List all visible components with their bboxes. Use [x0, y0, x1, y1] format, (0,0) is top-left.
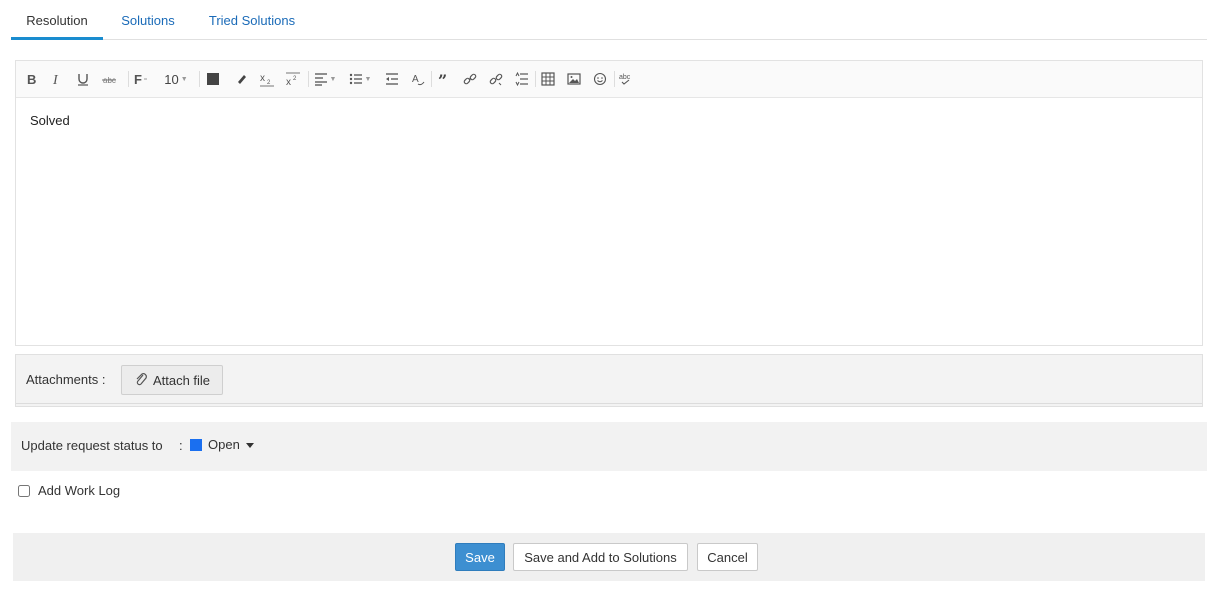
work-log-checkbox[interactable]	[18, 484, 30, 497]
tab-solutions[interactable]: Solutions	[117, 13, 179, 40]
tab-tried-solutions[interactable]: Tried Solutions	[204, 13, 300, 40]
svg-text:B: B	[27, 72, 36, 86]
spellcheck-icon[interactable]: abc	[617, 69, 635, 89]
svg-text:A: A	[412, 74, 419, 85]
text-color-icon[interactable]	[204, 69, 222, 89]
action-footer: Save Save and Add to Solutions Cancel	[13, 533, 1205, 581]
status-colon: :	[179, 438, 183, 453]
svg-text:I: I	[52, 73, 59, 86]
add-work-log[interactable]: Add Work Log	[18, 483, 120, 498]
svg-text:F: F	[134, 72, 142, 86]
svg-text:x: x	[286, 77, 291, 87]
quote-icon[interactable]: ”	[435, 69, 453, 89]
save-add-to-solutions-button[interactable]: Save and Add to Solutions	[513, 543, 688, 571]
bold-icon[interactable]: B	[22, 69, 40, 89]
svg-text:”: ”	[438, 72, 447, 86]
tab-bar: Resolution Solutions Tried Solutions	[11, 0, 1207, 40]
line-spacing-icon[interactable]	[513, 69, 531, 89]
attach-file-label: Attach file	[152, 372, 211, 388]
highlight-icon[interactable]	[232, 69, 250, 89]
bullet-list-icon[interactable]: ▼	[347, 69, 373, 89]
attach-file-button[interactable]: Attach file	[121, 365, 223, 395]
unlink-icon[interactable]	[487, 69, 505, 89]
save-button[interactable]: Save	[455, 543, 505, 571]
chevron-down-icon: ▼	[329, 75, 337, 83]
caret-down-icon	[245, 443, 254, 448]
paperclip-icon	[134, 372, 148, 389]
chevron-down-icon: ▼	[364, 75, 372, 83]
link-icon[interactable]	[461, 69, 479, 89]
toolbar-separator	[535, 71, 536, 87]
status-color-swatch	[190, 438, 202, 451]
table-icon[interactable]	[539, 69, 557, 89]
italic-icon[interactable]: I	[48, 69, 66, 89]
toolbar-separator	[128, 71, 129, 87]
toolbar-separator	[614, 71, 615, 87]
toolbar-separator	[431, 71, 432, 87]
attachments-label: Attachments :	[26, 372, 106, 387]
editor-content[interactable]: Solved	[30, 113, 70, 128]
outdent-icon[interactable]	[383, 69, 401, 89]
status-label: Update request status to	[21, 438, 163, 453]
svg-text:2: 2	[293, 76, 297, 82]
superscript-icon[interactable]: x2	[284, 69, 302, 89]
rich-text-editor: B I abc F 10 ▼ x2 x2 ▼ ▼ A ” abc Solved	[15, 60, 1203, 346]
work-log-label: Add Work Log	[38, 483, 121, 498]
chevron-down-icon: ▼	[180, 75, 188, 83]
svg-text:abc: abc	[619, 74, 631, 81]
align-icon[interactable]: ▼	[312, 69, 338, 89]
status-value: Open	[208, 437, 240, 452]
clear-format-icon[interactable]: A	[409, 69, 427, 89]
tab-resolution[interactable]: Resolution	[11, 13, 103, 40]
subscript-icon[interactable]: x2	[258, 69, 276, 89]
toolbar-separator	[308, 71, 309, 87]
strikethrough-icon[interactable]: abc	[100, 69, 118, 89]
font-size-value: 10	[164, 71, 179, 87]
attachments-panel: Attachments : Attach file	[15, 354, 1203, 407]
underline-icon[interactable]	[74, 69, 92, 89]
status-bar: Update request status to : Open	[11, 422, 1207, 471]
image-icon[interactable]	[565, 69, 583, 89]
svg-text:2: 2	[267, 80, 271, 86]
status-dropdown[interactable]: Open	[190, 437, 254, 452]
emoji-icon[interactable]	[591, 69, 609, 89]
divider	[16, 403, 1202, 404]
editor-toolbar: B I abc F 10 ▼ x2 x2 ▼ ▼ A ” abc	[16, 61, 1202, 98]
cancel-button[interactable]: Cancel	[697, 543, 758, 571]
font-family-icon[interactable]: F	[132, 69, 150, 89]
font-size-select[interactable]: 10 ▼	[162, 69, 190, 89]
toolbar-separator	[199, 71, 200, 87]
svg-text:x: x	[260, 73, 265, 84]
